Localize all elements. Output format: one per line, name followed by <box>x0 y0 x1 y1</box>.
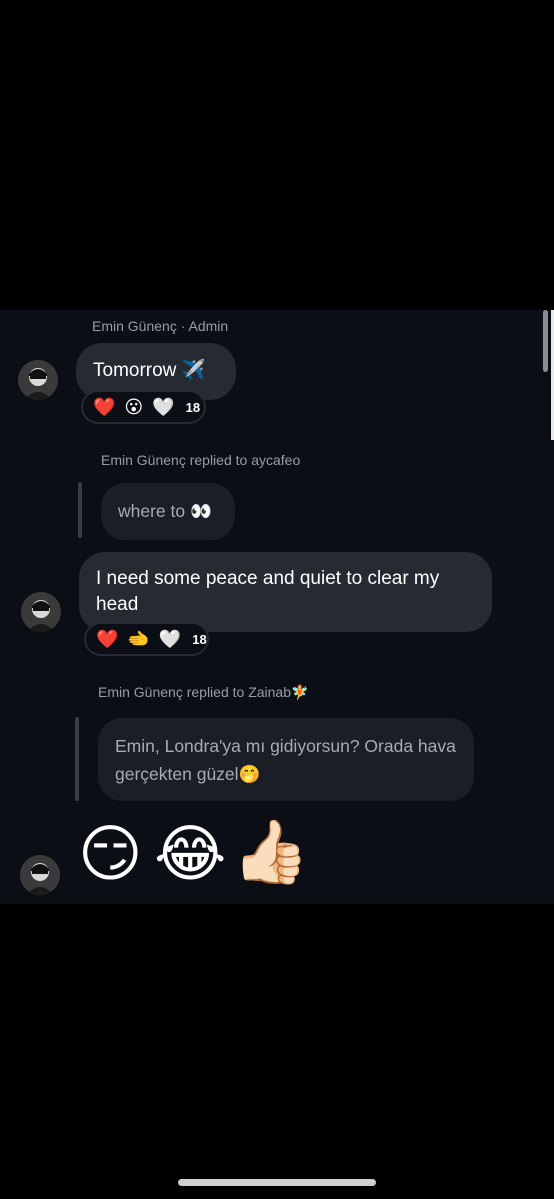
surprised-reaction: 😮 <box>124 397 144 417</box>
reply-indicator <box>75 717 79 801</box>
reaction-count: 18 <box>192 631 207 647</box>
avatar[interactable] <box>20 855 60 895</box>
laughing-emoji-message[interactable]: 😂 <box>154 820 226 890</box>
sender-name: Emin Günenç · Admin <box>92 318 229 334</box>
reply-indicator <box>78 482 82 538</box>
message-bubble[interactable]: I need some peace and quiet to clear my … <box>79 552 492 632</box>
thumbs-up-emoji-message[interactable]: 👍🏻 <box>232 818 309 888</box>
message-text: I need some peace and quiet to clear my … <box>96 568 440 615</box>
avatar[interactable] <box>21 592 61 632</box>
quoted-message[interactable]: Emin, Londra'ya mı gidiyorsun? Orada hav… <box>98 718 474 801</box>
avatar-image <box>21 592 61 632</box>
pointing-hand-reaction: 🫲 <box>127 629 150 649</box>
quoted-message[interactable]: where to 👀 <box>101 483 235 540</box>
white-heart-reaction: 🤍 <box>158 629 182 649</box>
smirk-emoji-message[interactable]: 😏 <box>78 820 143 890</box>
chat-thread: Emin Günenç · Admin Tomorrow ✈️ ❤️ 😮 🤍 1… <box>0 310 554 904</box>
reply-header: Emin Günenç replied to Zainab🧚 <box>98 684 309 700</box>
avatar[interactable] <box>18 360 58 400</box>
avatar-image <box>20 855 60 895</box>
scrollbar[interactable] <box>543 310 548 372</box>
reactions-bar[interactable]: ❤️ 😮 🤍 18 <box>81 390 206 424</box>
white-heart-reaction: 🤍 <box>152 397 175 417</box>
heart-reaction: ❤️ <box>93 397 116 417</box>
message-text: Tomorrow ✈️ <box>93 360 206 381</box>
avatar-image <box>18 360 58 400</box>
quoted-text: Emin, Londra'ya mı gidiyorsun? Orada hav… <box>115 736 456 784</box>
quoted-text: where to 👀 <box>118 501 212 521</box>
home-indicator[interactable] <box>178 1179 376 1186</box>
reactions-bar[interactable]: ❤️ 🫲 🤍 18 <box>84 622 209 656</box>
reaction-count: 18 <box>185 399 201 415</box>
reply-header: Emin Günenç replied to aycafeo <box>101 452 301 468</box>
heart-reaction: ❤️ <box>96 629 119 649</box>
